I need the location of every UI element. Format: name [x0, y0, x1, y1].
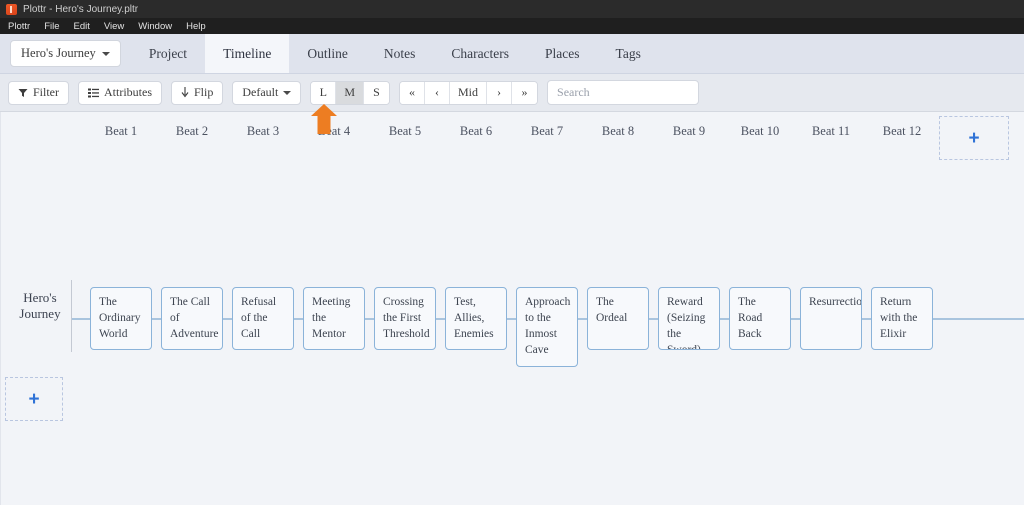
tab-characters[interactable]: Characters	[433, 34, 527, 73]
zoom-size-s[interactable]: S	[364, 82, 389, 104]
view-select-label: Default	[242, 85, 278, 100]
menu-item-view[interactable]: View	[104, 21, 124, 32]
project-switcher-wrap: Hero's Journey	[0, 34, 131, 73]
zoom-size-group: L M S	[310, 81, 390, 105]
tab-outline[interactable]: Outline	[289, 34, 366, 73]
add-row-button[interactable]: +	[5, 377, 63, 421]
timeline-card-4[interactable]: Meeting the Mentor	[303, 287, 365, 350]
menu-item-plottr[interactable]: Plottr	[8, 21, 30, 32]
nav-next-button[interactable]: ›	[487, 82, 512, 104]
filter-label: Filter	[33, 85, 59, 100]
attributes-button[interactable]: Attributes	[78, 81, 162, 105]
project-switcher-button[interactable]: Hero's Journey	[10, 40, 121, 67]
nav-first-button[interactable]: «	[400, 82, 425, 104]
chevron-down-icon	[102, 52, 110, 56]
project-switcher-label: Hero's Journey	[21, 46, 96, 61]
beat-header-7[interactable]: Beat 7	[531, 124, 563, 139]
chevron-down-icon	[283, 91, 291, 95]
navigation-group: « ‹ Mid › »	[399, 81, 538, 105]
flip-button[interactable]: Flip	[171, 81, 223, 105]
flip-label: Flip	[194, 85, 213, 100]
timeline-card-12[interactable]: Return with the Elixir	[871, 287, 933, 350]
timeline-row-label: Hero's Journey	[11, 290, 69, 323]
funnel-icon	[18, 88, 28, 98]
beat-header-11[interactable]: Beat 11	[812, 124, 850, 139]
nav-prev-button[interactable]: ‹	[425, 82, 450, 104]
beat-header-3[interactable]: Beat 3	[247, 124, 279, 139]
timeline-card-6[interactable]: Test, Allies, Enemies	[445, 287, 507, 350]
add-beat-button[interactable]: +	[939, 116, 1009, 160]
down-arrow-icon	[181, 87, 189, 98]
attributes-label: Attributes	[104, 85, 152, 100]
beat-header-row: Beat 1 Beat 2 Beat 3 Beat 4 Beat 5 Beat …	[1, 124, 1024, 150]
menu-item-file[interactable]: File	[44, 21, 59, 32]
beat-header-12[interactable]: Beat 12	[883, 124, 922, 139]
timeline-card-7[interactable]: Approach to the Inmost Cave	[516, 287, 578, 367]
beat-header-5[interactable]: Beat 5	[389, 124, 421, 139]
filter-button[interactable]: Filter	[8, 81, 69, 105]
timeline-card-1[interactable]: The Ordinary World	[90, 287, 152, 350]
timeline-stage: Beat 1 Beat 2 Beat 3 Beat 4 Beat 5 Beat …	[0, 112, 1024, 505]
tab-tags[interactable]: Tags	[598, 34, 659, 73]
menubar: Plottr File Edit View Window Help	[0, 18, 1024, 34]
plus-icon: +	[28, 390, 39, 409]
view-select-button[interactable]: Default	[232, 81, 301, 105]
beat-header-9[interactable]: Beat 9	[673, 124, 705, 139]
timeline-card-3[interactable]: Refusal of the Call	[232, 287, 294, 350]
plottr-logo-icon	[6, 4, 17, 15]
window-title: Plottr - Hero's Journey.pltr	[23, 4, 138, 15]
zoom-size-l[interactable]: L	[311, 82, 336, 104]
timeline-card-9[interactable]: Reward (Seizing the Sword)	[658, 287, 720, 350]
row-divider	[71, 280, 72, 352]
timeline-toolbar: Filter Attributes Flip Default L M S « ‹…	[0, 74, 1024, 112]
list-icon	[88, 88, 99, 98]
tab-notes[interactable]: Notes	[366, 34, 434, 73]
menu-item-window[interactable]: Window	[138, 21, 172, 32]
search-placeholder: Search	[557, 85, 590, 100]
plus-icon: +	[968, 129, 979, 148]
beat-header-4[interactable]: Beat 4	[318, 124, 350, 139]
beat-header-2[interactable]: Beat 2	[176, 124, 208, 139]
tab-project[interactable]: Project	[131, 34, 205, 73]
menu-item-help[interactable]: Help	[186, 21, 206, 32]
timeline-card-2[interactable]: The Call of Adventure	[161, 287, 223, 350]
timeline-card-11[interactable]: Resurrection	[800, 287, 862, 350]
tab-list: Project Timeline Outline Notes Character…	[131, 34, 659, 73]
beat-header-1[interactable]: Beat 1	[105, 124, 137, 139]
beat-header-6[interactable]: Beat 6	[460, 124, 492, 139]
menu-item-edit[interactable]: Edit	[74, 21, 90, 32]
timeline-card-8[interactable]: The Ordeal	[587, 287, 649, 350]
beat-header-8[interactable]: Beat 8	[602, 124, 634, 139]
nav-last-button[interactable]: »	[512, 82, 537, 104]
tab-timeline[interactable]: Timeline	[205, 34, 289, 73]
timeline-card-5[interactable]: Crossing the First Threshold	[374, 287, 436, 350]
search-input[interactable]: Search	[547, 80, 699, 105]
timeline-card-10[interactable]: The Road Back	[729, 287, 791, 350]
tabbar: Hero's Journey Project Timeline Outline …	[0, 34, 1024, 74]
zoom-size-m[interactable]: M	[336, 82, 364, 104]
window-titlebar: Plottr - Hero's Journey.pltr	[0, 0, 1024, 18]
nav-mid-button[interactable]: Mid	[450, 82, 487, 104]
beat-header-10[interactable]: Beat 10	[741, 124, 780, 139]
tab-places[interactable]: Places	[527, 34, 598, 73]
